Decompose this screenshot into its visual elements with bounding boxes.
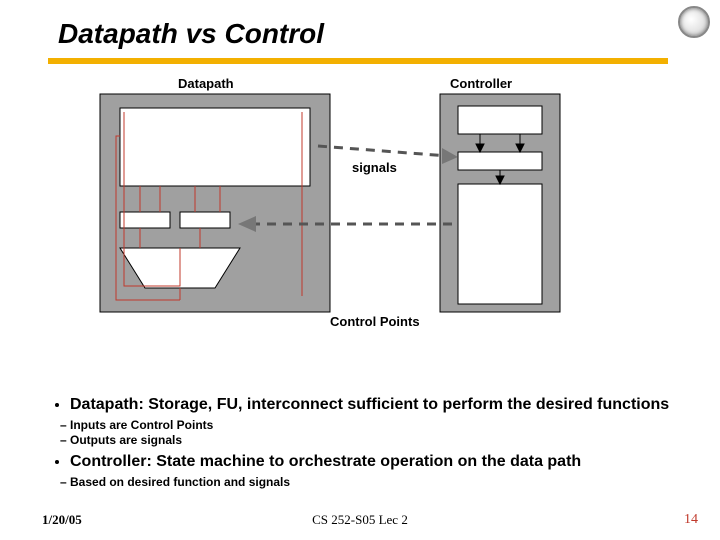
bullet-datapath: Datapath: Storage, FU, interconnect suff… — [70, 396, 672, 413]
bullet-controller: Controller: State machine to orchestrate… — [70, 453, 672, 470]
bullet-controller-sub1: Based on desired function and signals — [70, 476, 672, 489]
berkeley-seal-icon — [678, 6, 710, 38]
slide-title: Datapath vs Control — [58, 18, 324, 50]
title-underline — [48, 58, 668, 64]
footer-center: CS 252-S05 Lec 2 — [0, 512, 720, 528]
datapath-controller-diagram: Datapath Controller signals Control Poin… — [80, 76, 640, 336]
bullet-list: Datapath: Storage, FU, interconnect suff… — [52, 396, 672, 495]
diagram-svg — [80, 76, 640, 336]
controller-label: Controller — [450, 76, 512, 91]
footer-page: 14 — [684, 512, 698, 528]
signals-label: signals — [352, 160, 397, 175]
control-points-label: Control Points — [330, 314, 420, 329]
bullet-datapath-sub2: Outputs are signals — [70, 434, 672, 447]
datapath-label: Datapath — [178, 76, 234, 91]
bullet-datapath-sub1: Inputs are Control Points — [70, 419, 672, 432]
